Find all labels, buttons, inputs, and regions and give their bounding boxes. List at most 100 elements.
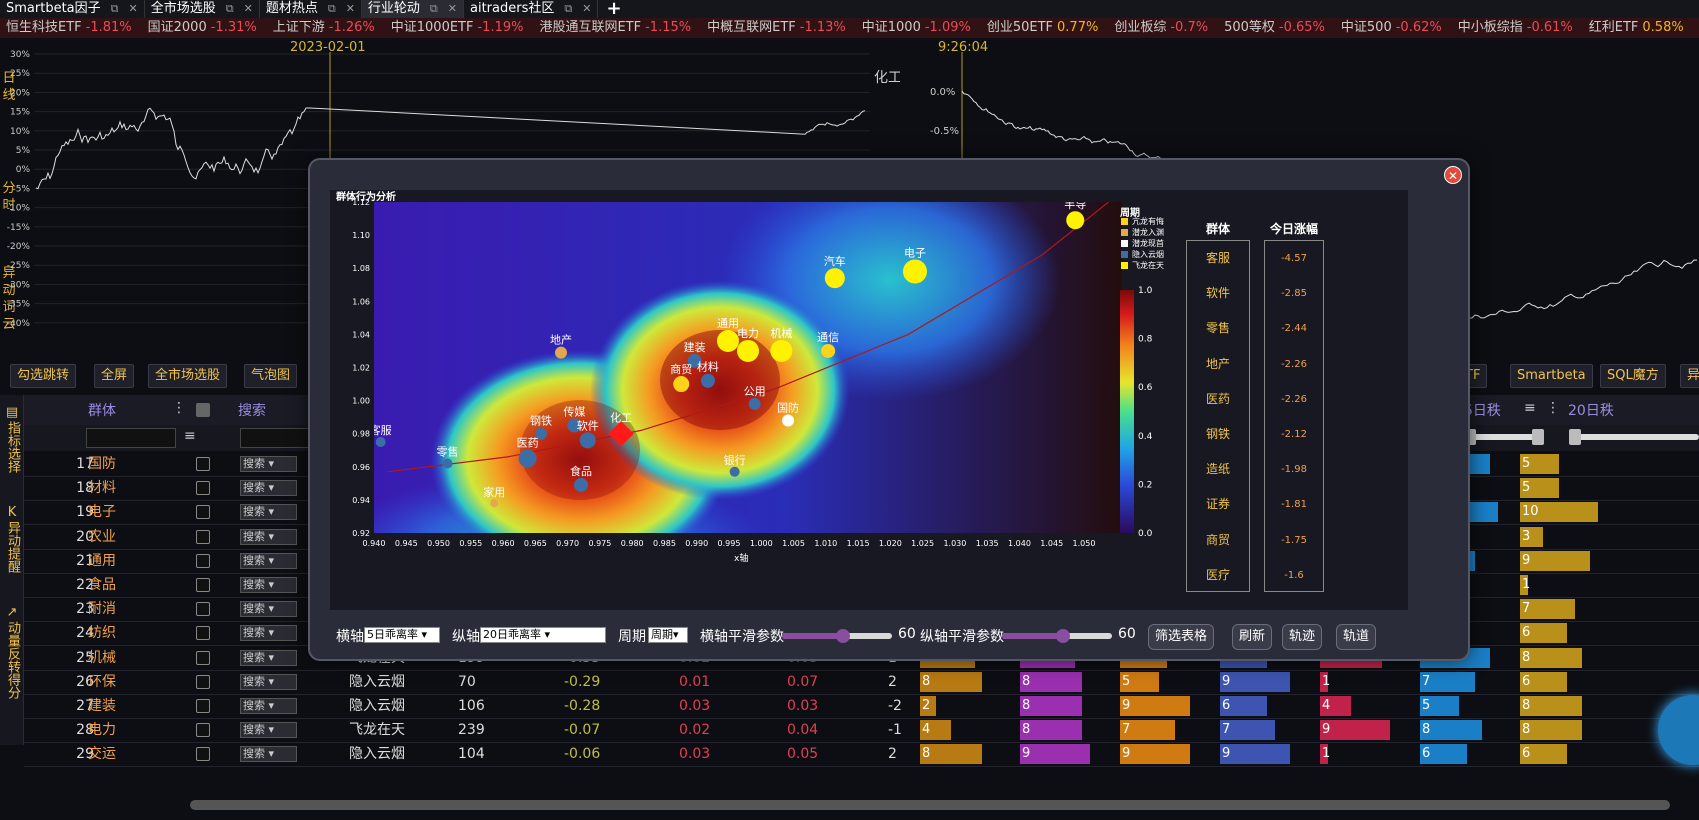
popout-icon[interactable]: ⧉ bbox=[430, 0, 438, 18]
group-filter-input[interactable] bbox=[86, 428, 176, 448]
bubble-point[interactable] bbox=[770, 339, 793, 362]
row-checkbox[interactable] bbox=[196, 626, 210, 641]
bubble-point[interactable] bbox=[700, 373, 715, 388]
smartbeta-button[interactable]: Smartbeta bbox=[1510, 364, 1593, 388]
col-header-group[interactable]: 群体 bbox=[88, 400, 116, 420]
row-checkbox[interactable] bbox=[196, 747, 210, 762]
popout-icon[interactable]: ⧉ bbox=[226, 0, 234, 18]
bubble-point[interactable] bbox=[442, 458, 453, 469]
group-name[interactable]: 材料 bbox=[88, 475, 116, 501]
row-checkbox[interactable] bbox=[196, 650, 210, 665]
x-axis-select[interactable]: 5日乖离率 ▾ bbox=[364, 627, 440, 643]
ticker-item[interactable]: 创业板综 -0.7% bbox=[1114, 18, 1208, 38]
bubble-point[interactable] bbox=[555, 346, 567, 359]
y-smooth-slider[interactable] bbox=[1002, 629, 1112, 643]
search-select[interactable]: 搜索 ▾ bbox=[240, 625, 297, 642]
horizontal-scrollbar[interactable] bbox=[190, 800, 1670, 810]
close-icon[interactable]: ✕ bbox=[129, 0, 138, 18]
period-select[interactable]: 周期▾ bbox=[648, 627, 688, 643]
group-list-item[interactable]: 软件 bbox=[1187, 276, 1249, 311]
tab-theme-hot[interactable]: 题材热点 ⧉ ✕ bbox=[260, 0, 362, 18]
close-icon[interactable]: ✕ bbox=[244, 0, 253, 18]
bubble-point[interactable] bbox=[716, 330, 739, 353]
group-name[interactable]: 交运 bbox=[88, 741, 116, 767]
group-list-item[interactable]: 客服 bbox=[1187, 241, 1249, 276]
close-icon[interactable]: ✕ bbox=[582, 0, 591, 18]
bubble-point[interactable] bbox=[737, 339, 759, 362]
group-list-item[interactable]: 证券 bbox=[1187, 487, 1249, 522]
close-icon[interactable]: ✕ bbox=[1444, 166, 1462, 184]
refresh-button[interactable]: 刷新 bbox=[1232, 624, 1273, 650]
group-list-item[interactable]: 零售 bbox=[1187, 311, 1249, 346]
ticker-item[interactable]: 上证下游 -1.26% bbox=[273, 18, 375, 38]
tab-community[interactable]: aitraders社区 ⧉ ✕ bbox=[464, 0, 599, 18]
range-slider[interactable] bbox=[1569, 434, 1699, 440]
search-select[interactable]: 搜索 ▾ bbox=[240, 722, 297, 739]
row-checkbox[interactable] bbox=[196, 578, 210, 592]
bubble-point[interactable] bbox=[748, 397, 761, 410]
row-checkbox[interactable] bbox=[196, 457, 210, 471]
ticker-item[interactable]: 港股通互联网ETF -1.15% bbox=[539, 18, 691, 38]
row-checkbox[interactable] bbox=[196, 674, 210, 689]
table-row[interactable]: 27 建装 搜索 ▾ 隐入云烟 106 -0.28 0.03 0.03 -2 2 8 9 6 4 5 8 bbox=[24, 693, 1699, 719]
more-button[interactable]: 异 bbox=[1680, 364, 1699, 388]
search-select[interactable]: 搜索 ▾ bbox=[240, 528, 297, 545]
row-checkbox[interactable] bbox=[196, 723, 210, 738]
column-menu-icon[interactable]: ⋮ bbox=[172, 400, 186, 416]
bubble-point[interactable] bbox=[375, 436, 386, 447]
bubble-point[interactable] bbox=[579, 432, 596, 449]
sql-cube-button[interactable]: SQL魔方 bbox=[1600, 364, 1666, 388]
filter-icon[interactable]: ≡ bbox=[184, 428, 196, 444]
ticker-item[interactable]: 中证500 -0.62% bbox=[1341, 18, 1442, 38]
table-row[interactable]: 26 环保 搜索 ▾ 隐入云烟 70 -0.29 0.01 0.07 2 8 8 5 9 1 7 6 bbox=[24, 669, 1699, 695]
group-list-item[interactable]: 医药 bbox=[1187, 382, 1249, 417]
popout-icon[interactable]: ⧉ bbox=[564, 0, 572, 18]
bubble-point[interactable] bbox=[821, 343, 836, 358]
row-checkbox[interactable] bbox=[196, 505, 210, 520]
column-menu-icon[interactable]: ⋮ bbox=[1546, 400, 1560, 416]
search-select[interactable]: 搜索 ▾ bbox=[240, 601, 297, 618]
filter-icon[interactable]: ≡ bbox=[1524, 400, 1536, 416]
ticker-item[interactable]: 红利ETF 0.58% bbox=[1589, 18, 1684, 38]
ticker-item[interactable]: 恒生科技ETF -1.81% bbox=[6, 18, 132, 38]
slider-handle[interactable] bbox=[1569, 429, 1581, 445]
bubble-point[interactable] bbox=[673, 376, 690, 393]
ticker-item[interactable]: 创业50ETF 0.77% bbox=[987, 18, 1099, 38]
slider-knob[interactable] bbox=[1056, 629, 1070, 643]
group-list-item[interactable]: 造纸 bbox=[1187, 452, 1249, 487]
tab-industry-rotation[interactable]: 行业轮动 ⧉ ✕ bbox=[361, 0, 464, 18]
group-name[interactable]: 机械 bbox=[88, 645, 116, 671]
tab-market-picker[interactable]: 全市场选股 ⧉ ✕ bbox=[145, 0, 260, 18]
ticker-item[interactable]: 中概互联网ETF -1.13% bbox=[707, 18, 846, 38]
row-checkbox[interactable] bbox=[196, 699, 210, 713]
x-smooth-slider[interactable] bbox=[782, 629, 892, 643]
bubble-point[interactable] bbox=[902, 259, 927, 284]
group-name[interactable]: 耐消 bbox=[88, 596, 116, 622]
row-checkbox[interactable] bbox=[196, 529, 210, 544]
search-select[interactable]: 搜索 ▾ bbox=[240, 456, 297, 472]
group-name[interactable]: 环保 bbox=[88, 669, 116, 695]
popout-icon[interactable]: ⧉ bbox=[111, 0, 119, 18]
group-list-item[interactable]: 医疗 bbox=[1187, 558, 1249, 593]
bubble-point[interactable] bbox=[824, 268, 845, 289]
ticker-item[interactable]: 中小板综指 -0.61% bbox=[1458, 18, 1573, 38]
filter-table-button[interactable]: 筛选表格 bbox=[1148, 624, 1215, 650]
table-row[interactable]: 28 电力 搜索 ▾ 飞龙在天 239 -0.07 0.02 0.04 -1 4 8 7 7 9 8 8 bbox=[24, 717, 1699, 744]
bubble-point[interactable] bbox=[729, 466, 740, 477]
market-picker-button[interactable]: 全市场选股 bbox=[148, 364, 228, 388]
row-checkbox[interactable] bbox=[196, 553, 210, 568]
group-name[interactable]: 农业 bbox=[88, 524, 116, 550]
group-name[interactable]: 电力 bbox=[88, 717, 116, 743]
popout-icon[interactable]: ⧉ bbox=[328, 0, 336, 18]
col-header-search[interactable]: 搜索 bbox=[238, 400, 266, 420]
bubble-point[interactable] bbox=[574, 478, 589, 493]
tab-smartbeta[interactable]: Smartbeta因子 ⧉ ✕ bbox=[0, 0, 145, 18]
group-name[interactable]: 建装 bbox=[88, 693, 116, 719]
search-select[interactable]: 搜索 ▾ bbox=[240, 746, 297, 763]
fullscreen-button[interactable]: 全屏 bbox=[94, 364, 135, 388]
bubble-point[interactable] bbox=[518, 449, 537, 468]
group-name[interactable]: 纺织 bbox=[88, 620, 116, 646]
ticker-item[interactable]: 中证1000 -1.09% bbox=[862, 18, 971, 38]
group-list-item[interactable]: 地产 bbox=[1187, 347, 1249, 382]
slider-handle[interactable] bbox=[1532, 429, 1544, 445]
